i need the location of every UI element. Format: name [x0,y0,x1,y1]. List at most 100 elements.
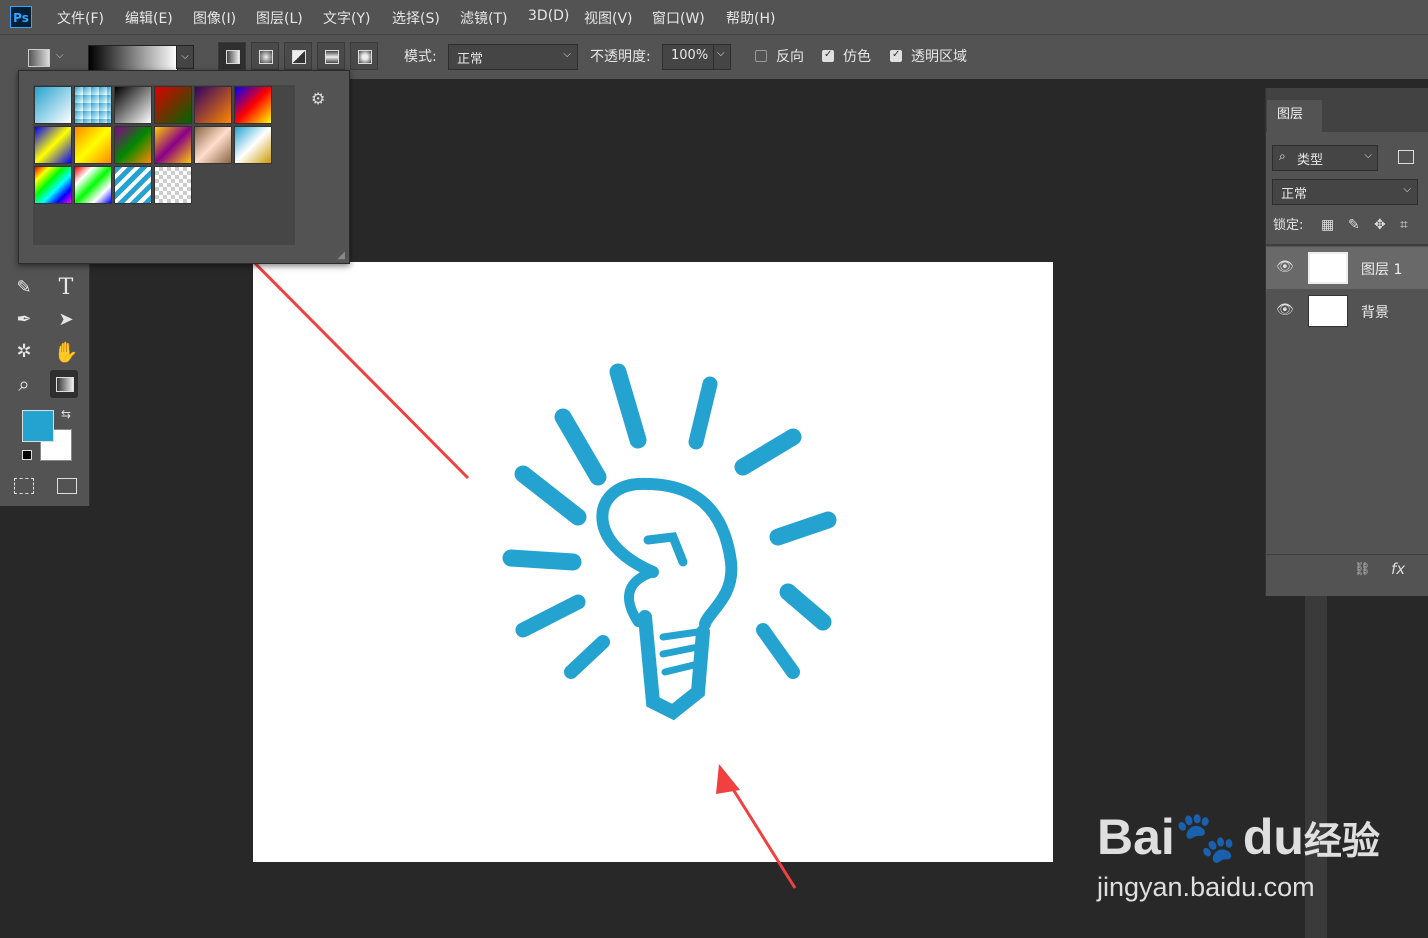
layer-name: 图层 1 [1361,262,1403,278]
menu-type[interactable]: 文字(Y) [323,8,370,28]
menu-file[interactable]: 文件(F) [57,8,104,28]
preset-fg-to-transparent[interactable] [74,86,112,124]
type-tool-icon[interactable]: T [52,274,80,302]
transparency-label: 透明区域 [911,49,967,65]
hand-tool-icon[interactable]: ✋ [52,338,80,366]
layer-name: 背景 [1361,305,1389,321]
menu-view[interactable]: 视图(V) [584,8,633,28]
link-layers-icon[interactable]: ⛓ [1354,562,1371,577]
gradient-tool-button[interactable] [50,370,78,398]
mode-label: 模式: [404,49,437,65]
lock-move-icon[interactable]: ✥ [1374,217,1386,233]
pen-tool-icon[interactable]: ✒ [10,306,38,334]
dither-checkbox[interactable] [822,49,834,62]
menu-edit[interactable]: 编辑(E) [125,8,173,28]
preset-orange-yellow[interactable] [74,126,112,164]
layer-thumbnail [1308,295,1348,327]
screen-mode-icon[interactable] [57,478,77,494]
chevron-down-icon[interactable]: ⌵ [56,50,64,61]
gradient-tool-icon [56,377,74,392]
chevron-down-icon: ⌵ [563,49,571,60]
menu-image[interactable]: 图像(I) [193,8,236,28]
reflected-gradient-button[interactable] [317,42,345,70]
divider [1266,244,1428,246]
photoshop-logo: Ps [10,6,32,28]
blend-mode-select[interactable]: 正常 ⌵ [1272,179,1418,205]
watermark-brand: Bai [1097,809,1175,865]
watermark-logo: Bai🐾 du经验 [1097,808,1380,867]
chevron-down-icon: ⌵ [1403,184,1411,195]
layer-row-layer1[interactable]: 👁 图层 1 [1266,247,1428,289]
lock-artboard-icon[interactable]: ⌗ [1400,217,1408,233]
menu-layer[interactable]: 图层(L) [256,8,303,28]
menu-select[interactable]: 选择(S) [392,8,440,28]
filter-kind-select[interactable]: ⌕ 类型 ⌵ [1272,145,1378,171]
layers-panel: 图层 ⌕ 类型 ⌵ 正常 ⌵ 锁定: ▦ ✎ ✥ ⌗ 👁 图层 1 👁 背景 ⛓… [1265,88,1428,596]
angle-gradient-icon [292,50,306,64]
radial-gradient-button[interactable] [251,42,279,70]
layer-thumbnail [1308,252,1348,284]
watermark-suffix: 经验 [1303,821,1380,863]
resize-handle-icon[interactable]: ◢ [337,250,345,261]
layer-row-background[interactable]: 👁 背景 [1266,290,1428,332]
lock-brush-icon[interactable]: ✎ [1348,217,1360,233]
tool-preset-icon[interactable] [28,49,50,67]
eraser-tool-icon[interactable]: ✎ [10,274,38,302]
mode-value: 正常 [457,52,484,67]
visibility-eye-icon[interactable]: 👁 [1276,302,1294,318]
linear-gradient-button[interactable] [218,42,246,70]
visibility-eye-icon[interactable]: 👁 [1276,259,1294,275]
zoom-tool-icon[interactable]: ⌕ [10,370,38,398]
preset-red-green[interactable] [154,86,192,124]
tab-layers[interactable]: 图层 [1267,100,1322,132]
mode-select[interactable]: 正常 ⌵ [448,44,578,70]
menu-filter[interactable]: 滤镜(T) [460,8,507,28]
radial-gradient-icon [259,50,273,64]
preset-violet-green-orange[interactable] [114,126,152,164]
filter-pixel-icon[interactable] [1398,150,1414,164]
preset-stripes[interactable] [114,166,152,204]
chevron-down-icon: ⌵ [1364,150,1372,161]
preset-spectrum[interactable] [34,166,72,204]
fx-button[interactable]: fx [1391,560,1405,578]
menu-bar: Ps 文件(F) 编辑(E) 图像(I) 图层(L) 文字(Y) 选择(S) 滤… [0,0,1428,34]
diamond-gradient-icon [358,50,372,64]
preset-black-white[interactable] [114,86,152,124]
swap-colors-icon[interactable]: ⇆ [61,407,71,421]
opacity-dropdown[interactable]: ⌵ [713,44,731,70]
gradient-editor-swatch[interactable] [88,45,178,71]
paw-icon: 🐾 [1174,809,1238,865]
menu-3d[interactable]: 3D(D) [528,8,569,24]
lock-label: 锁定: [1273,218,1304,233]
angle-gradient-button[interactable] [284,42,312,70]
custom-shape-tool-icon[interactable]: ✲ [10,338,38,366]
menu-window[interactable]: 窗口(W) [652,8,705,28]
blend-mode-value: 正常 [1281,187,1308,202]
opacity-label: 不透明度: [590,49,651,65]
path-selection-tool-icon[interactable]: ➤ [52,306,80,334]
lock-transparent-icon[interactable]: ▦ [1321,217,1334,233]
preset-transparent[interactable] [154,166,192,204]
filter-kind-value: 类型 [1297,153,1324,168]
gear-icon[interactable]: ⚙ [311,89,325,108]
opacity-input[interactable]: 100% [662,44,714,70]
document-canvas[interactable] [253,262,1053,862]
preset-violet-orange[interactable] [194,86,232,124]
default-colors-icon[interactable] [22,450,32,460]
reverse-checkbox[interactable] [755,50,767,62]
gradient-picker-toggle[interactable]: ⌵ [176,45,194,69]
preset-copper[interactable] [194,126,232,164]
preset-fg-to-bg[interactable] [34,86,72,124]
diamond-gradient-button[interactable] [350,42,378,70]
search-icon: ⌕ [1279,149,1286,163]
foreground-color-swatch[interactable] [22,410,54,442]
preset-yellow-violet[interactable] [154,126,192,164]
preset-transparent-rainbow[interactable] [74,166,112,204]
transparency-checkbox[interactable] [890,49,902,62]
preset-blue-red-yellow[interactable] [234,86,272,124]
menu-help[interactable]: 帮助(H) [726,8,775,28]
dither-label: 仿色 [843,49,871,65]
quick-mask-icon[interactable] [14,478,34,494]
preset-blue-yellow-blue[interactable] [34,126,72,164]
preset-chrome[interactable] [234,126,272,164]
